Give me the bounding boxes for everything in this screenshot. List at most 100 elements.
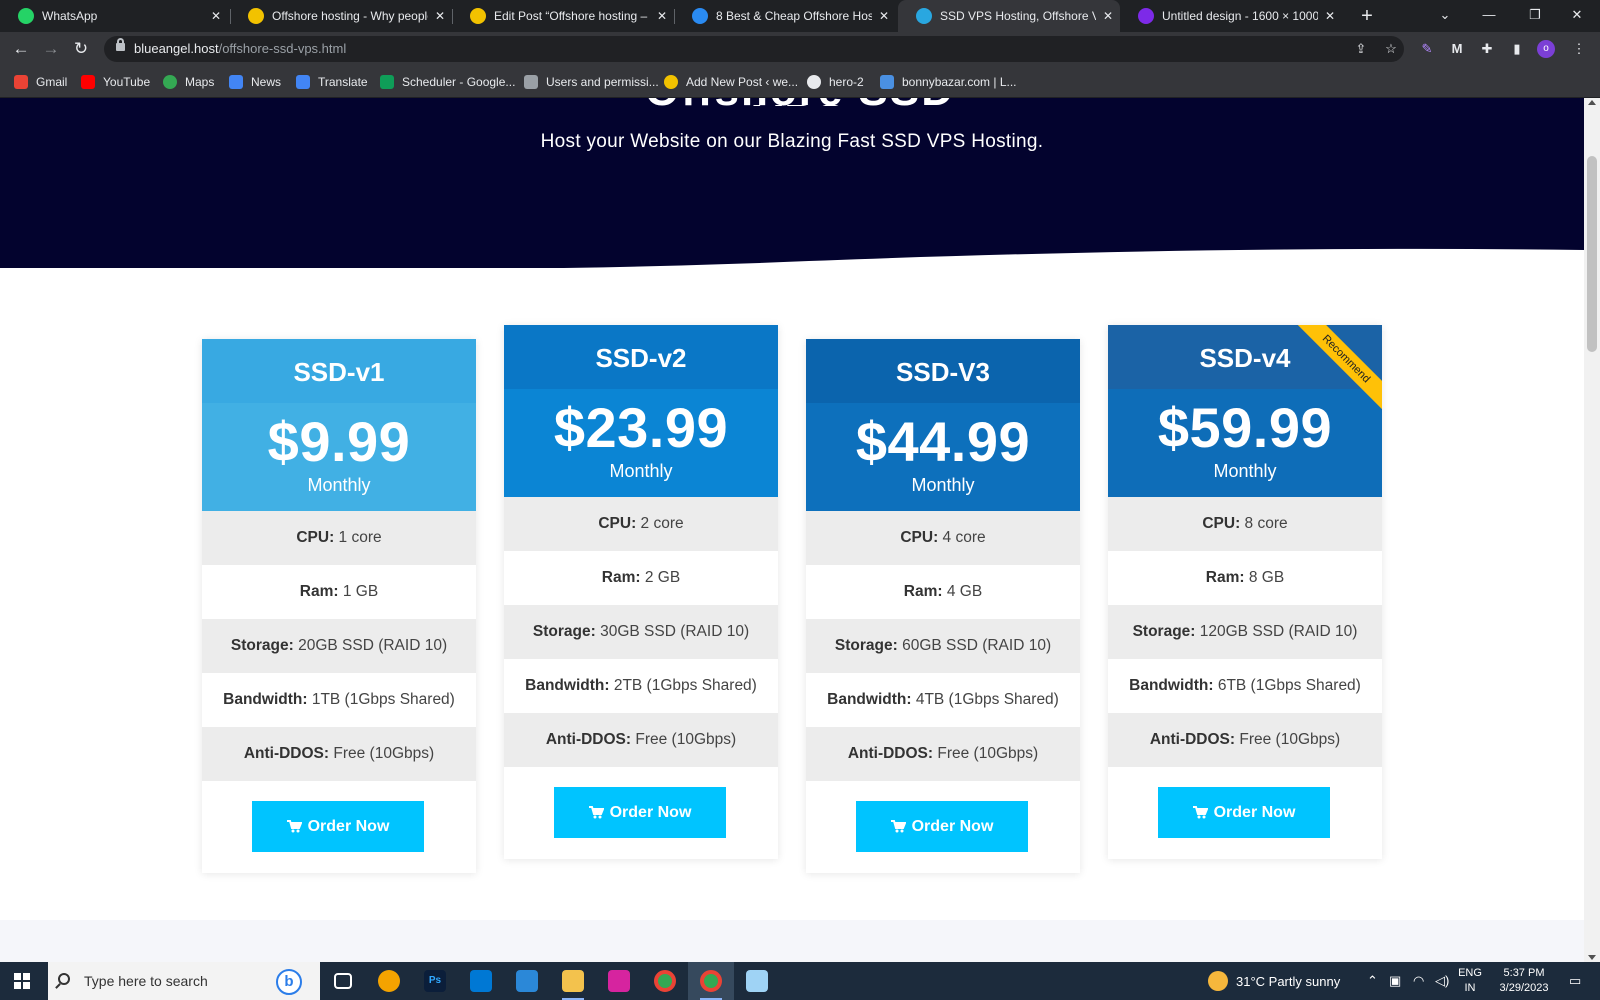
plan-card: SSD-v1 $9.99 Monthly CPU: 1 core Ram: 1 … bbox=[202, 339, 476, 873]
clock[interactable]: 5:37 PM 3/29/2023 bbox=[1488, 966, 1560, 996]
close-tab-icon[interactable]: ✕ bbox=[1318, 9, 1342, 23]
bookmark-label: Users and permissi... bbox=[546, 75, 659, 89]
bookmark-gmail[interactable]: Gmail bbox=[14, 66, 67, 98]
file-explorer-icon[interactable] bbox=[550, 962, 596, 1000]
windows-start-icon[interactable] bbox=[14, 973, 30, 989]
feature-cpu: CPU: 1 core bbox=[202, 511, 476, 565]
close-tab-icon[interactable]: ✕ bbox=[872, 9, 896, 23]
bookmark-label: Scheduler - Google... bbox=[402, 75, 516, 89]
bookmark-star-icon[interactable]: ☆ bbox=[1380, 38, 1402, 60]
bookmark-bonnybazar[interactable]: bonnybazar.com | L... bbox=[880, 66, 1017, 98]
tab-title: WhatsApp bbox=[42, 9, 98, 23]
back-arrow-icon[interactable]: ← bbox=[8, 37, 34, 61]
mail-icon[interactable] bbox=[504, 962, 550, 1000]
scrollbar-thumb[interactable] bbox=[1587, 156, 1597, 352]
feature-anti-ddos: Anti-DDOS: Free (10Gbps) bbox=[504, 713, 778, 767]
notepad-icon[interactable] bbox=[734, 962, 780, 1000]
plan-price: $44.99 bbox=[855, 410, 1031, 473]
browser-tab[interactable]: WhatsApp ✕ bbox=[0, 0, 228, 32]
close-window-icon[interactable]: ✕ bbox=[1554, 0, 1600, 32]
minimize-icon[interactable]: — bbox=[1466, 0, 1512, 32]
wifi-icon[interactable]: ◠ bbox=[1413, 962, 1424, 1000]
show-hidden-icons-chevron-icon[interactable]: ⌃ bbox=[1367, 962, 1378, 1000]
close-tab-icon[interactable]: ✕ bbox=[650, 9, 674, 23]
reload-icon[interactable]: ↻ bbox=[68, 37, 94, 61]
weather-widget[interactable]: 31°C Partly sunny bbox=[1208, 962, 1340, 1000]
order-now-button[interactable]: Order Now bbox=[1158, 787, 1330, 838]
bookmark-youtube[interactable]: YouTube bbox=[81, 66, 150, 98]
task-view-icon[interactable] bbox=[320, 962, 366, 1000]
bookmark-add-post[interactable]: Add New Post ‹ we... bbox=[664, 66, 798, 98]
order-now-button[interactable]: Order Now bbox=[252, 801, 424, 852]
address-bar[interactable]: blueangel.host/offshore-ssd-vps.html ⇪ ☆ bbox=[104, 36, 1404, 62]
microsoft-store-icon[interactable] bbox=[458, 962, 504, 1000]
instagram-icon[interactable] bbox=[596, 962, 642, 1000]
restore-icon[interactable]: ❐ bbox=[1512, 0, 1558, 32]
page-scrollbar[interactable] bbox=[1584, 98, 1600, 962]
windows-taskbar: Type here to search b Ps 31°C Partly sun… bbox=[0, 962, 1600, 1000]
browser-tab[interactable]: Edit Post “Offshore hosting – W ✕ bbox=[452, 0, 674, 32]
plan-price: $9.99 bbox=[267, 410, 411, 473]
browser-tab[interactable]: Untitled design - 1600 × 1000p ✕ bbox=[1120, 0, 1342, 32]
order-area: Order Now bbox=[202, 781, 476, 873]
cart-icon bbox=[1192, 806, 1208, 819]
tab-title: Edit Post “Offshore hosting – W bbox=[494, 9, 650, 23]
app-icon[interactable] bbox=[366, 962, 412, 1000]
scroll-up-arrow-icon[interactable] bbox=[1588, 100, 1596, 105]
bookmark-maps[interactable]: Maps bbox=[163, 66, 214, 98]
forward-arrow-icon[interactable]: → bbox=[38, 37, 64, 61]
browser-tab-active[interactable]: SSD VPS Hosting, Offshore VPS ✕ bbox=[898, 0, 1120, 32]
bookmark-translate[interactable]: Translate bbox=[296, 66, 368, 98]
close-tab-icon[interactable]: ✕ bbox=[204, 9, 228, 23]
bookmark-label: Add New Post ‹ we... bbox=[686, 75, 799, 89]
feature-bandwidth: Bandwidth: 6TB (1Gbps Shared) bbox=[1129, 677, 1361, 694]
new-tab-icon[interactable]: + bbox=[1355, 4, 1379, 28]
extension-feather-icon[interactable]: ✎ bbox=[1416, 38, 1438, 60]
side-panel-icon[interactable]: ▮ bbox=[1506, 38, 1528, 60]
clock-time: 5:37 PM bbox=[1503, 967, 1545, 979]
site-favicon bbox=[248, 8, 264, 24]
plan-card: SSD-v2 $23.99 Monthly CPU: 2 core Ram: 2… bbox=[504, 325, 778, 859]
chrome-profile-icon[interactable] bbox=[688, 962, 734, 1000]
scroll-down-arrow-icon[interactable] bbox=[1588, 955, 1596, 960]
extensions-puzzle-icon[interactable]: ✚ bbox=[1476, 38, 1498, 60]
order-area: Order Now bbox=[1108, 767, 1382, 859]
site-favicon bbox=[916, 8, 932, 24]
taskbar-search-box[interactable]: Type here to search b bbox=[48, 962, 320, 1000]
volume-icon[interactable]: ◁) bbox=[1435, 962, 1449, 1000]
browser-tab[interactable]: 8 Best & Cheap Offshore Hostin ✕ bbox=[674, 0, 896, 32]
share-icon[interactable]: ⇪ bbox=[1350, 38, 1372, 60]
bookmark-hero-2[interactable]: hero-2 bbox=[807, 66, 864, 98]
bing-icon[interactable]: b bbox=[276, 969, 302, 995]
bookmark-scheduler[interactable]: Scheduler - Google... bbox=[380, 66, 515, 98]
close-tab-icon[interactable]: ✕ bbox=[1096, 9, 1120, 23]
weather-sun-icon bbox=[1208, 971, 1228, 991]
plan-period: Monthly bbox=[307, 475, 371, 495]
clock-date: 3/29/2023 bbox=[1499, 982, 1549, 994]
photoshop-icon[interactable]: Ps bbox=[412, 962, 458, 1000]
feature-storage: Storage: 30GB SSD (RAID 10) bbox=[504, 605, 778, 659]
browser-tab[interactable]: Offshore hosting - Why people ✕ bbox=[230, 0, 452, 32]
kebab-menu-icon[interactable]: ⋮ bbox=[1568, 38, 1590, 60]
notification-icon[interactable]: ▭ bbox=[1569, 962, 1581, 1000]
translate-icon bbox=[296, 75, 310, 89]
bookmark-news[interactable]: News bbox=[229, 66, 281, 98]
chrome-icon[interactable] bbox=[642, 962, 688, 1000]
extension-m-icon[interactable]: M bbox=[1446, 38, 1468, 60]
tab-title: Untitled design - 1600 × 1000p bbox=[1162, 9, 1318, 23]
order-now-button[interactable]: Order Now bbox=[554, 787, 726, 838]
order-now-button[interactable]: Order Now bbox=[856, 801, 1028, 852]
feature-bandwidth: Bandwidth: 1TB (1Gbps Shared) bbox=[223, 691, 455, 708]
language-indicator[interactable]: ENG IN bbox=[1456, 966, 1484, 996]
plan-name: SSD-v1 bbox=[202, 339, 476, 403]
meet-now-icon[interactable]: ▣ bbox=[1389, 962, 1401, 1000]
page-viewport: Offshore SSD VPS Host your Website on ou… bbox=[0, 98, 1584, 962]
bookmark-label: YouTube bbox=[103, 75, 151, 89]
order-area: Order Now bbox=[806, 781, 1080, 873]
close-tab-icon[interactable]: ✕ bbox=[428, 9, 452, 23]
recommend-ribbon: Recommend bbox=[1292, 325, 1382, 415]
profile-avatar[interactable]: o bbox=[1537, 40, 1555, 58]
tab-search-chevron-icon[interactable]: ⌄ bbox=[1422, 0, 1468, 32]
url-text: blueangel.host/offshore-ssd-vps.html bbox=[134, 41, 347, 56]
bookmark-users[interactable]: Users and permissi... bbox=[524, 66, 659, 98]
